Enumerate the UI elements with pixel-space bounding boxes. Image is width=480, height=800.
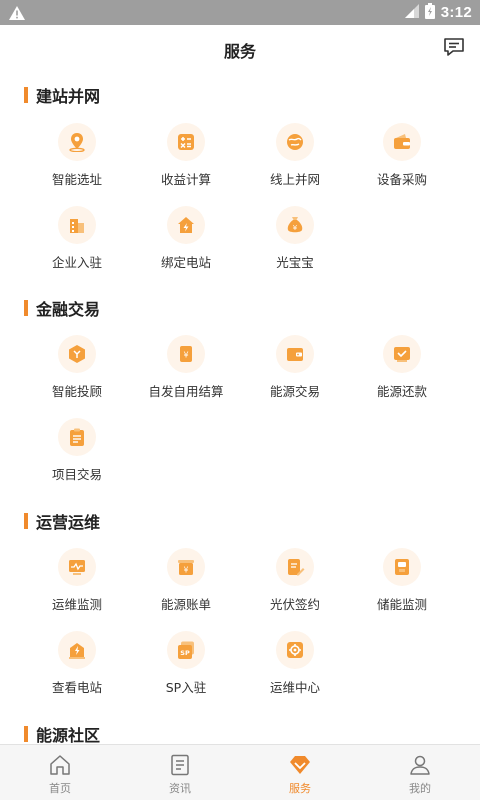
service-om-monitoring[interactable]: 运维监测: [22, 548, 132, 628]
section-title: 金融交易: [24, 298, 100, 319]
calculator-icon: [167, 123, 205, 161]
service-energy-bill[interactable]: ¥ 能源账单: [131, 548, 241, 628]
clipboard-icon: [58, 418, 96, 456]
location-pin-icon: [58, 123, 96, 161]
tab-news[interactable]: 资讯: [120, 745, 240, 800]
sp-badge-icon: SP: [167, 631, 205, 669]
service-view-station[interactable]: 查看电站: [22, 631, 132, 711]
building-icon: [58, 206, 96, 244]
profile-icon: [408, 753, 432, 777]
tab-profile[interactable]: 我的: [360, 745, 480, 800]
page-title: 服务: [223, 42, 256, 61]
service-pv-contract[interactable]: 光伏签约: [240, 548, 350, 628]
home-icon: [48, 753, 72, 777]
investment-cube-icon: [58, 335, 96, 373]
service-bind-station[interactable]: 绑定电站: [131, 206, 241, 286]
service-revenue-calc[interactable]: 收益计算: [131, 123, 241, 203]
service-online-grid[interactable]: 线上并网: [240, 123, 350, 203]
station-view-icon: [58, 631, 96, 669]
wallet-icon: [383, 123, 421, 161]
status-bar: 3:12: [0, 0, 480, 25]
section-title: 建站并网: [24, 85, 100, 106]
service-storage-monitoring[interactable]: 储能监测: [347, 548, 457, 628]
globe-icon: [276, 123, 314, 161]
svg-text:¥: ¥: [293, 224, 298, 232]
news-icon: [168, 753, 192, 777]
services-content[interactable]: 建站并网 智能选址 收益计算 线上并网 设备采购 企业入驻 绑定电站 ¥ 光宝宝…: [0, 73, 480, 744]
message-icon[interactable]: [442, 35, 466, 59]
service-self-use-settlement[interactable]: ¥ 自发自用结算: [131, 335, 241, 415]
section-title: 能源社区: [24, 724, 100, 744]
service-equipment-purchase[interactable]: 设备采购: [347, 123, 457, 203]
warning-icon: [9, 5, 25, 24]
service-smart-advisor[interactable]: 智能投顾: [22, 335, 132, 415]
svg-text:SP: SP: [180, 649, 190, 657]
service-diamond-icon: [288, 753, 312, 777]
tab-home[interactable]: 首页: [0, 745, 120, 800]
service-smart-siting[interactable]: 智能选址: [22, 123, 132, 203]
money-bag-icon: ¥: [276, 206, 314, 244]
battery-icon: [424, 2, 435, 23]
app-header: 服务: [0, 25, 480, 73]
settings-center-icon: [276, 631, 314, 669]
bill-yuan-icon: ¥: [167, 335, 205, 373]
bottom-tab-bar: 首页 资讯 服务 我的: [0, 744, 480, 800]
status-time: 3:12: [440, 4, 472, 21]
service-energy-repayment[interactable]: 能源还款: [347, 335, 457, 415]
section-title: 运营运维: [24, 511, 100, 532]
wallet-card-icon: [276, 335, 314, 373]
service-enterprise-join[interactable]: 企业入驻: [22, 206, 132, 286]
battery-storage-icon: [383, 548, 421, 586]
tab-services[interactable]: 服务: [240, 745, 360, 800]
contract-sign-icon: [276, 548, 314, 586]
repayment-icon: [383, 335, 421, 373]
service-sp-join[interactable]: SP SP入驻: [131, 631, 241, 711]
service-project-trade[interactable]: 项目交易: [22, 418, 132, 498]
service-energy-trade[interactable]: 能源交易: [240, 335, 350, 415]
monitor-icon: [58, 548, 96, 586]
service-om-center[interactable]: 运维中心: [240, 631, 350, 711]
invoice-icon: ¥: [167, 548, 205, 586]
svg-text:¥: ¥: [183, 351, 188, 360]
house-lightning-icon: [167, 206, 205, 244]
signal-icon: [404, 3, 419, 22]
service-guangbaobao[interactable]: ¥ 光宝宝: [240, 206, 350, 286]
svg-text:¥: ¥: [184, 566, 189, 575]
